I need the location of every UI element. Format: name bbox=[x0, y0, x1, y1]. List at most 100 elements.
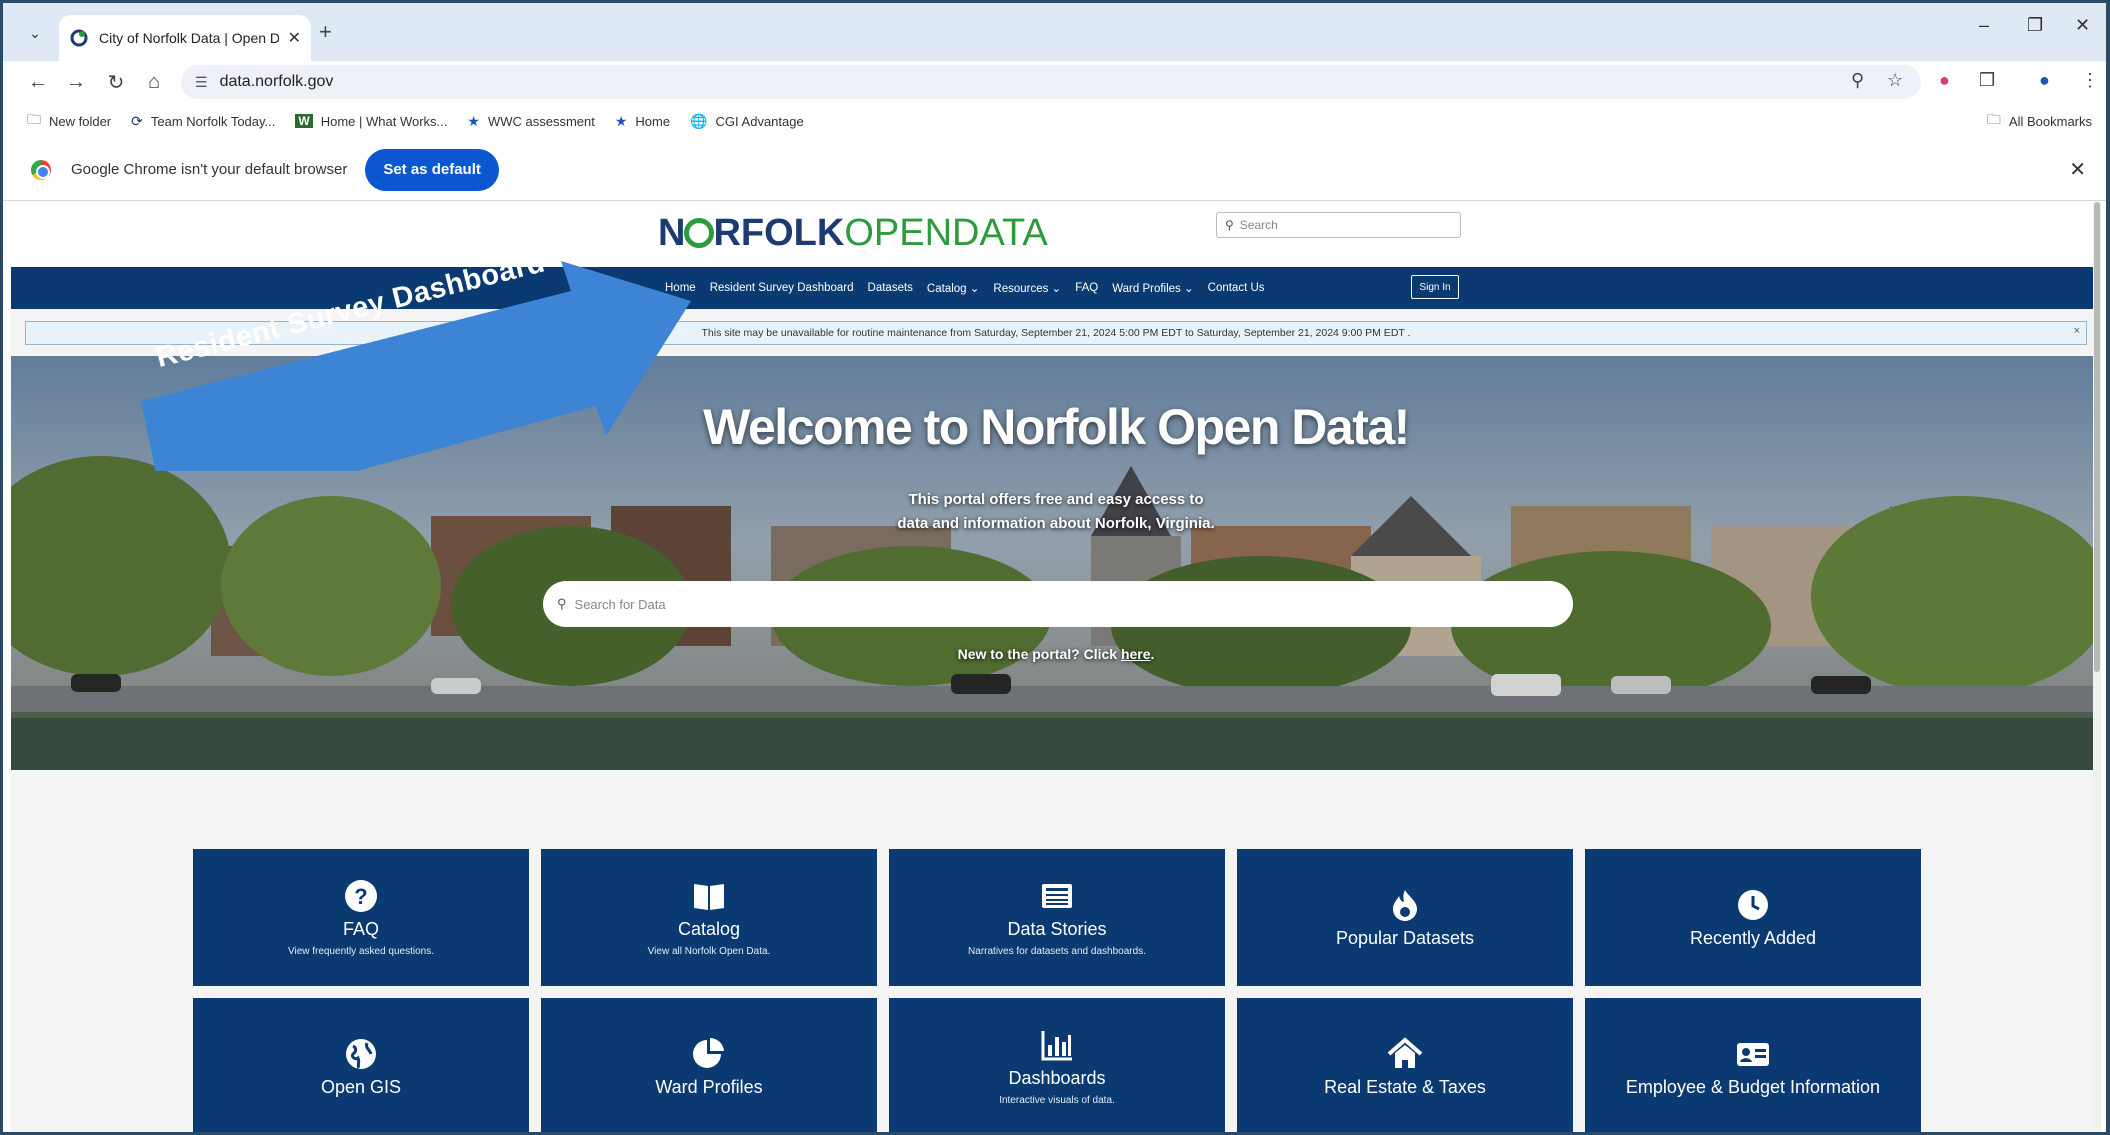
tile-faq[interactable]: ? FAQ View frequently asked questions. bbox=[193, 849, 529, 986]
header-search-input[interactable]: ⚲ Search bbox=[1216, 212, 1461, 238]
menu-kebab-icon[interactable]: ⋮ bbox=[2081, 70, 2099, 91]
tile-popular-datasets[interactable]: Popular Datasets bbox=[1237, 849, 1573, 986]
tile-open-gis[interactable]: Open GIS bbox=[193, 998, 529, 1132]
active-tab[interactable]: City of Norfolk Data | Open Dat ✕ bbox=[59, 15, 311, 61]
nav-faq[interactable]: FAQ bbox=[1075, 282, 1098, 294]
minimize-icon[interactable]: – bbox=[1979, 15, 1989, 36]
all-bookmarks[interactable]: 🗀 All Bookmarks bbox=[1987, 109, 2092, 133]
tile-title: Ward Profiles bbox=[655, 1076, 763, 1097]
nav-ward-profiles[interactable]: Ward Profiles ⌄ bbox=[1112, 281, 1193, 295]
infobar-text: Google Chrome isn't your default browser bbox=[71, 161, 348, 178]
tile-ward-profiles[interactable]: Ward Profiles bbox=[541, 998, 877, 1132]
address-bar[interactable]: ☰ data.norfolk.gov bbox=[181, 65, 1921, 99]
bookmark-cgi-advantage[interactable]: 🌐 CGI Advantage bbox=[690, 113, 804, 130]
tab-close-icon[interactable]: ✕ bbox=[288, 28, 301, 48]
hero-subtitle-line-1: This portal offers free and easy access … bbox=[908, 491, 1204, 508]
pie-chart-icon bbox=[693, 1037, 724, 1068]
nav-resident-survey-dashboard[interactable]: Resident Survey Dashboard bbox=[710, 282, 854, 294]
norfolk-open-data-logo[interactable]: N RFOLKOPENDATA bbox=[658, 212, 1048, 255]
newspaper-icon bbox=[1042, 884, 1072, 908]
set-as-default-button[interactable]: Set as default bbox=[365, 148, 499, 191]
tile-catalog[interactable]: Catalog View all Norfolk Open Data. bbox=[541, 849, 877, 986]
tile-description: View frequently asked questions. bbox=[287, 946, 434, 957]
url-text: data.norfolk.gov bbox=[219, 73, 334, 90]
zoom-icon[interactable]: ⚲ bbox=[1851, 70, 1864, 91]
logo-text-norfolk: RFOLK bbox=[713, 212, 845, 254]
hero-search-placeholder: Search for Data bbox=[574, 596, 666, 612]
bookmark-home[interactable]: ★ Home bbox=[615, 113, 670, 130]
new-tab-icon[interactable]: + bbox=[319, 19, 332, 45]
browser-window: ⌄ City of Norfolk Data | Open Dat ✕ + – … bbox=[0, 0, 2110, 1135]
restore-icon[interactable]: ❐ bbox=[2027, 15, 2043, 36]
bookmark-label: Home bbox=[635, 113, 671, 129]
hero-subtitle-line-2: data and information about Norfolk, Virg… bbox=[897, 515, 1215, 532]
id-card-icon bbox=[1737, 1042, 1769, 1066]
banner-close-icon[interactable]: × bbox=[2074, 325, 2080, 337]
tile-dashboards[interactable]: Dashboards Interactive visuals of data. bbox=[889, 998, 1225, 1132]
reload-icon[interactable]: ↻ bbox=[101, 67, 131, 97]
norfolk-favicon-icon: ⟳ bbox=[131, 112, 143, 129]
infobar-close-icon[interactable]: ✕ bbox=[2069, 157, 2086, 182]
forward-icon[interactable]: → bbox=[61, 67, 91, 97]
page-scrollbar[interactable] bbox=[2093, 202, 2101, 1132]
hero-subtitle: This portal offers free and easy access … bbox=[11, 488, 2101, 536]
logo-letter-n: N bbox=[658, 212, 686, 254]
back-icon[interactable]: ← bbox=[23, 67, 53, 97]
extensions-puzzle-icon[interactable]: ❒ bbox=[1979, 70, 1995, 91]
website-viewport: N RFOLKOPENDATA ⚲ Search Home Resident Su… bbox=[11, 202, 2101, 1132]
tile-title: Data Stories bbox=[1007, 919, 1107, 939]
globe-icon bbox=[346, 1038, 376, 1069]
globe-favicon-icon: 🌐 bbox=[690, 112, 708, 129]
bookmark-star-icon[interactable]: ☆ bbox=[1887, 70, 1903, 91]
chrome-logo-icon bbox=[31, 159, 51, 180]
star-favicon-icon: ★ bbox=[467, 112, 480, 129]
fire-icon bbox=[1393, 889, 1417, 921]
bookmark-team-norfolk[interactable]: ⟳ Team Norfolk Today... bbox=[131, 113, 275, 130]
nav-home[interactable]: Home bbox=[665, 282, 696, 294]
tile-title: FAQ bbox=[342, 919, 379, 939]
hero-search-input[interactable]: ⚲ Search for Data bbox=[543, 581, 1573, 627]
nav-resources[interactable]: Resources ⌄ bbox=[993, 281, 1061, 295]
bookmark-label: CGI Advantage bbox=[715, 113, 804, 129]
new-to-portal-suffix: . bbox=[1150, 646, 1155, 662]
maintenance-text: This site may be unavailable for routine… bbox=[701, 327, 1411, 339]
nav-catalog[interactable]: Catalog ⌄ bbox=[927, 281, 979, 295]
scrollbar-thumb[interactable] bbox=[2094, 202, 2100, 672]
window-close-icon[interactable]: ✕ bbox=[2075, 15, 2090, 36]
folder-icon: 🗀 bbox=[1986, 111, 2001, 127]
site-info-icon[interactable]: ☰ bbox=[195, 74, 208, 91]
house-icon bbox=[1387, 1036, 1423, 1068]
tile-description: View all Norfolk Open Data. bbox=[647, 946, 771, 957]
tile-title: Open GIS bbox=[320, 1076, 402, 1097]
extension-colorful-icon[interactable]: ● bbox=[1939, 70, 1950, 91]
svg-text:?: ? bbox=[354, 884, 367, 909]
bookmark-label: WWC assessment bbox=[487, 113, 595, 129]
site-header: N RFOLKOPENDATA ⚲ Search bbox=[11, 202, 2101, 267]
header-search-placeholder: Search bbox=[1239, 218, 1278, 232]
tab-search-button[interactable]: ⌄ bbox=[21, 19, 49, 47]
bookmark-new-folder[interactable]: 🗀 New folder bbox=[27, 109, 111, 133]
tile-employee-budget[interactable]: Employee & Budget Information bbox=[1585, 998, 1921, 1132]
tile-real-estate-taxes[interactable]: Real Estate & Taxes bbox=[1237, 998, 1573, 1132]
search-icon: ⚲ bbox=[557, 596, 567, 611]
tile-data-stories[interactable]: Data Stories Narratives for datasets and… bbox=[889, 849, 1225, 986]
bookmark-what-works[interactable]: W Home | What Works... bbox=[295, 114, 447, 129]
all-bookmarks-label: All Bookmarks bbox=[2008, 113, 2092, 129]
nav-datasets[interactable]: Datasets bbox=[868, 282, 913, 294]
click-here-link[interactable]: here bbox=[1121, 646, 1151, 662]
sign-in-button[interactable]: Sign In bbox=[1411, 275, 1459, 299]
logo-leaf-icon bbox=[684, 218, 715, 248]
tile-recently-added[interactable]: Recently Added bbox=[1585, 849, 1921, 986]
profile-avatar-icon[interactable]: ● bbox=[2039, 70, 2050, 91]
home-icon[interactable]: ⌂ bbox=[139, 67, 169, 97]
bookmark-label: Team Norfolk Today... bbox=[150, 113, 276, 129]
nav-contact-us[interactable]: Contact Us bbox=[1208, 282, 1265, 294]
tab-title: City of Norfolk Data | Open Dat bbox=[99, 30, 279, 46]
tile-title: Catalog bbox=[677, 919, 741, 939]
bar-chart-icon bbox=[1041, 1031, 1072, 1061]
bookmark-wwc-assessment[interactable]: ★ WWC assessment bbox=[467, 113, 594, 130]
tile-title: Recently Added bbox=[1689, 927, 1817, 948]
hero-section: Welcome to Norfolk Open Data! This porta… bbox=[11, 356, 2101, 770]
new-to-portal-text: New to the portal? Click here. bbox=[11, 646, 2101, 662]
tile-description: Interactive visuals of data. bbox=[999, 1095, 1115, 1106]
